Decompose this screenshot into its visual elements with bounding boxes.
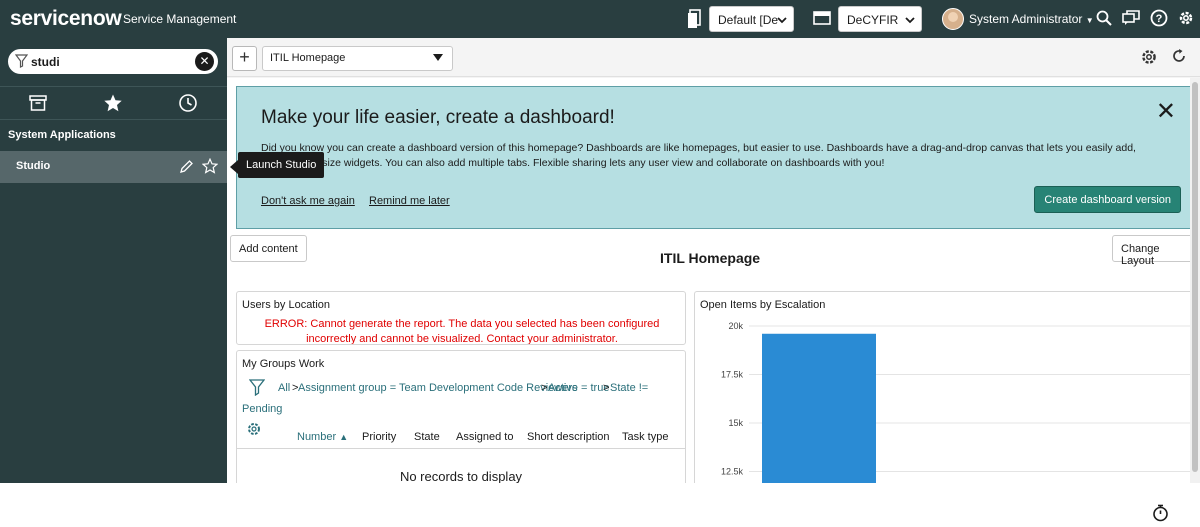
breadcrumb-active[interactable]: Active = true	[548, 382, 609, 394]
stopwatch-icon[interactable]	[1152, 504, 1169, 525]
update-set-icon[interactable]	[687, 9, 701, 32]
help-icon[interactable]: ?	[1150, 9, 1168, 30]
svg-text:?: ?	[1156, 13, 1163, 25]
gear-icon[interactable]	[1177, 9, 1195, 30]
remind-later-link[interactable]: Remind me later	[369, 195, 450, 207]
search-icon[interactable]	[1096, 10, 1112, 29]
application-icon[interactable]	[813, 11, 831, 28]
column-assigned-to[interactable]: Assigned to	[456, 431, 513, 443]
page-title: ITIL Homepage	[660, 250, 761, 266]
filter-icon	[14, 54, 29, 71]
breadcrumb-separator: >	[603, 382, 610, 394]
breadcrumb-assignment-group[interactable]: Assignment group = Team Development Code…	[298, 382, 578, 394]
list-settings-gear-icon[interactable]	[246, 421, 262, 440]
homepage-content: Make your life easier, create a dashboar…	[227, 78, 1200, 483]
launch-studio-tooltip: Launch Studio	[229, 152, 325, 178]
user-menu[interactable]: System Administrator ▼	[969, 12, 1094, 26]
all-applications-icon[interactable]	[28, 93, 48, 113]
add-content-button[interactable]: Add content	[230, 235, 307, 262]
chevron-down-icon	[905, 14, 915, 28]
banner-text: Did you know you can create a dashboard …	[261, 142, 1136, 169]
breadcrumb-separator: >	[541, 382, 548, 394]
chevron-down-icon	[777, 14, 787, 28]
widget-open-items-by-escalation: Open Items by Escalation 20k 17.5k 15k 12.5…	[694, 291, 1200, 483]
breadcrumb-state-value[interactable]: Pending	[242, 403, 282, 415]
widget-my-groups-work: My Groups Work All > Assignment group = …	[236, 350, 686, 483]
user-name-label: System Administrator	[969, 12, 1083, 26]
table-header-divider	[237, 448, 685, 449]
banner-title: Make your life easier, create a dashboar…	[261, 107, 615, 128]
chart-bar[interactable]	[762, 333, 876, 483]
homepage-select[interactable]: ITIL Homepage	[262, 46, 453, 71]
y-tick-label: 20k	[728, 321, 743, 331]
application-select-value: DeCYFIR	[847, 13, 899, 27]
column-number[interactable]: Number ▲	[297, 431, 348, 443]
navigator-filter: ✕	[8, 49, 218, 74]
main-content-area: + ITIL Homepage Make your life easier, c…	[227, 38, 1200, 483]
update-set-select-value: Default [De	[718, 13, 779, 27]
scrollbar-thumb[interactable]	[1192, 82, 1198, 472]
breadcrumb-all[interactable]: All	[278, 382, 290, 394]
module-studio-label: Studio	[16, 160, 51, 172]
dashboard-promo-banner: Make your life easier, create a dashboar…	[236, 86, 1191, 229]
module-studio[interactable]: Studio	[0, 151, 227, 183]
y-tick-label: 12.5k	[721, 467, 744, 477]
homepage-select-value: ITIL Homepage	[270, 52, 346, 64]
homepage-toolbar: + ITIL Homepage	[227, 38, 1200, 77]
column-priority[interactable]: Priority	[362, 431, 396, 443]
navigator-tabs	[0, 86, 227, 120]
create-dashboard-button[interactable]: Create dashboard version	[1034, 186, 1181, 213]
update-set-select[interactable]: Default [De	[709, 6, 794, 32]
widget-title: Users by Location	[242, 299, 331, 311]
column-task-type[interactable]: Task type	[622, 431, 668, 443]
caret-down-icon: ▼	[1085, 16, 1094, 25]
y-tick-label: 15k	[728, 418, 743, 428]
sort-ascending-icon: ▲	[339, 432, 349, 442]
user-avatar[interactable]	[942, 8, 964, 30]
top-header: servicenow Service Management Default [D…	[0, 0, 1200, 38]
navigator-search-input[interactable]	[31, 53, 191, 71]
dont-ask-again-link[interactable]: Don't ask me again	[261, 195, 355, 207]
app-frame: servicenow Service Management Default [D…	[0, 0, 1200, 483]
servicenow-logo[interactable]: servicenow	[10, 7, 122, 31]
y-tick-label: 17.5k	[721, 370, 744, 380]
column-short-description[interactable]: Short description	[527, 431, 610, 443]
change-layout-button[interactable]: Change Layout	[1112, 235, 1200, 267]
column-number-label: Number	[297, 431, 337, 443]
application-select[interactable]: DeCYFIR	[838, 6, 922, 32]
widget-title: My Groups Work	[242, 358, 325, 370]
connect-chat-icon[interactable]	[1122, 10, 1140, 29]
section-system-applications[interactable]: System Applications	[8, 129, 116, 141]
caret-down-icon	[433, 54, 443, 61]
breadcrumb-state[interactable]: State !=	[610, 382, 648, 394]
product-name: Service Management	[123, 12, 237, 26]
star-outline-icon[interactable]	[201, 157, 219, 177]
report-error-message: ERROR: Cannot generate the report. The d…	[264, 318, 660, 345]
application-navigator: ✕ System Applications Studio	[0, 38, 227, 483]
refresh-icon[interactable]	[1171, 48, 1187, 67]
close-icon[interactable]: ✕	[1156, 97, 1176, 126]
page-scrollbar[interactable]	[1190, 78, 1200, 483]
filter-icon[interactable]	[248, 379, 266, 399]
homepage-settings-gear-icon[interactable]	[1140, 48, 1158, 69]
widget-users-by-location: Users by Location ERROR: Cannot generate…	[236, 291, 686, 345]
history-clock-icon[interactable]	[178, 93, 198, 113]
favorites-star-icon[interactable]	[103, 93, 123, 113]
add-homepage-button[interactable]: +	[232, 46, 257, 71]
no-records-message: No records to display	[399, 469, 523, 483]
pencil-edit-icon[interactable]	[179, 159, 194, 177]
clear-search-icon[interactable]: ✕	[195, 52, 214, 71]
column-state[interactable]: State	[414, 431, 440, 443]
escalation-bar-chart: 20k 17.5k 15k 12.5k	[721, 321, 1195, 483]
